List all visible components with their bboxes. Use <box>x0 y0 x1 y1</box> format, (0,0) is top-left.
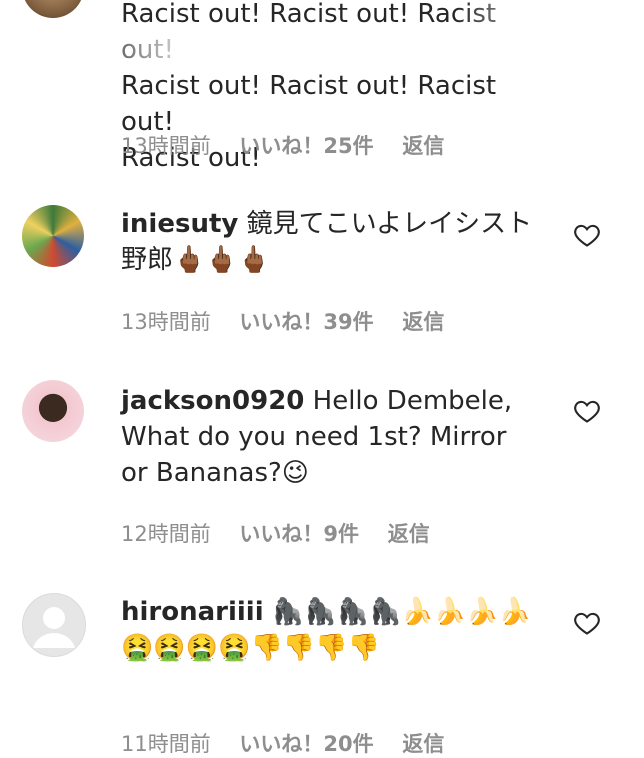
likes-count[interactable]: いいね！20件 <box>239 732 373 756</box>
like-heart-icon[interactable] <box>573 221 601 249</box>
comment-meta: 11時間前 いいね！20件 返信 <box>121 728 444 758</box>
likes-count[interactable]: いいね！39件 <box>239 310 373 334</box>
comment-timestamp: 12時間前 <box>121 522 211 546</box>
comment-timestamp: 13時間前 <box>121 134 211 158</box>
comment-meta: 13時間前 いいね！39件 返信 <box>121 306 444 336</box>
comment-text: jackson0920 Hello Dembele, What do you n… <box>121 383 541 491</box>
likes-count[interactable]: いいね！9件 <box>239 522 359 546</box>
comment-timestamp: 11時間前 <box>121 732 211 756</box>
comment-body: 🦍🦍🦍🦍🍌🍌🍌🍌 <box>271 597 531 627</box>
reply-button[interactable]: 返信 <box>388 522 430 546</box>
comment-body-line: 🤮🤮🤮🤮👎👎👎👎 <box>121 633 380 663</box>
comment-text: hironariiii 🦍🦍🦍🦍🍌🍌🍌🍌 🤮🤮🤮🤮👎👎👎👎 <box>121 594 541 666</box>
comment-timestamp: 13時間前 <box>121 310 211 334</box>
default-avatar-icon[interactable] <box>22 593 86 657</box>
commenter-avatar[interactable] <box>22 380 84 442</box>
reply-button[interactable]: 返信 <box>402 134 444 158</box>
comment-text-line: Racist out! Racist out! Racist out! <box>121 0 497 65</box>
comment-username[interactable]: jackson0920 <box>121 386 304 416</box>
comment-username[interactable]: iniesuty <box>121 209 238 239</box>
comment-text: iniesuty 鏡見てこいよレイシスト野郎🖕🏾🖕🏾🖕🏾 <box>121 206 551 278</box>
comment-username[interactable]: hironariiii <box>121 597 264 627</box>
reply-button[interactable]: 返信 <box>402 310 444 334</box>
likes-count[interactable]: いいね！25件 <box>239 134 373 158</box>
comment-meta: 12時間前 いいね！9件 返信 <box>121 518 430 548</box>
reply-button[interactable]: 返信 <box>402 732 444 756</box>
like-heart-icon[interactable] <box>573 609 601 637</box>
commenter-avatar[interactable] <box>22 205 84 267</box>
like-heart-icon[interactable] <box>573 397 601 425</box>
commenter-avatar[interactable] <box>22 0 84 18</box>
comment-meta: 13時間前 いいね！25件 返信 <box>121 130 444 160</box>
